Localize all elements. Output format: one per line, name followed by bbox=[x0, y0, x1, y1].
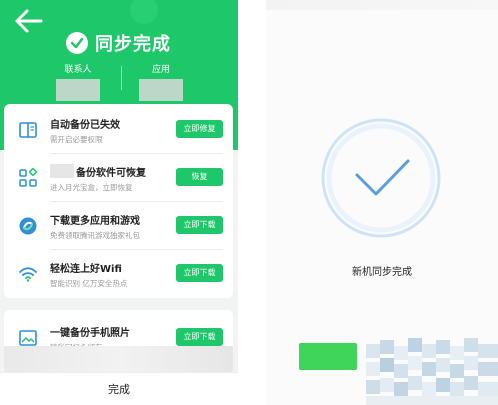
row-title: 下载更多应用和游戏 bbox=[50, 216, 140, 227]
check-badge-icon bbox=[66, 32, 88, 54]
stat-apps: 应用 bbox=[131, 62, 191, 101]
action-card: 自动备份已失效 需开启必要权限 立即修复 备份软件可恢复 进入月光宝盒，立即恢复… bbox=[4, 104, 233, 298]
list-item[interactable]: 轻松连上好Wifi 智能识别 亿万安全热点 立即下载 bbox=[4, 250, 233, 298]
decorative-blob bbox=[130, 0, 158, 24]
right-screen: 新机同步完成 bbox=[266, 0, 498, 405]
apps-grid-icon bbox=[16, 166, 40, 190]
row-title: 一键备份手机照片 bbox=[50, 328, 130, 339]
row-title: 自动备份已失效 bbox=[50, 120, 120, 131]
stat-label: 联系人 bbox=[64, 65, 92, 75]
book-icon bbox=[16, 118, 40, 142]
list-item[interactable]: 备份软件可恢复 进入月光宝盒，立即恢复 恢复 bbox=[4, 154, 233, 202]
stat-divider bbox=[121, 66, 122, 90]
fix-now-button[interactable]: 立即修复 bbox=[176, 120, 223, 138]
download-button[interactable]: 立即下载 bbox=[176, 264, 223, 282]
blurred-count bbox=[56, 79, 100, 101]
photo-backup-card[interactable]: 一键备份手机照片 精彩回忆永留存 立即下载 bbox=[4, 310, 233, 374]
blurred-status-bar bbox=[266, 0, 498, 10]
blurred-app-name bbox=[50, 164, 74, 178]
blurred-count bbox=[139, 79, 183, 101]
row-title: 轻松连上好Wifi bbox=[50, 264, 122, 275]
download-button[interactable]: 立即下载 bbox=[176, 328, 223, 346]
row-subtitle: 免费领取腾讯游戏独家礼包 bbox=[50, 231, 140, 240]
row-subtitle: 智能识别 亿万安全热点 bbox=[50, 279, 128, 288]
blurred-overlay bbox=[4, 346, 233, 374]
left-screen: 同步完成 联系人 应用 自动备份已失效 需开启必要权限 立即修复 备份软件可恢复… bbox=[0, 0, 238, 405]
stat-contacts: 联系人 bbox=[48, 62, 108, 101]
pixelated-overlay bbox=[366, 338, 498, 405]
stat-label: 应用 bbox=[151, 65, 170, 75]
row-title: 备份软件可恢复 bbox=[76, 168, 146, 179]
sync-complete-caption: 新机同步完成 bbox=[352, 267, 412, 278]
title-row: 同步完成 bbox=[66, 30, 171, 56]
back-arrow-icon[interactable] bbox=[14, 8, 44, 34]
list-item[interactable]: 下载更多应用和游戏 免费领取腾讯游戏独家礼包 立即下载 bbox=[4, 202, 233, 250]
blurred-action-button[interactable] bbox=[299, 343, 357, 370]
list-item[interactable]: 自动备份已失效 需开启必要权限 立即修复 bbox=[4, 106, 233, 154]
download-button[interactable]: 立即下载 bbox=[176, 216, 223, 234]
wifi-icon bbox=[16, 262, 40, 286]
app-store-icon bbox=[16, 214, 40, 238]
page-title: 同步完成 bbox=[95, 34, 171, 55]
restore-button[interactable]: 恢复 bbox=[176, 168, 223, 186]
row-subtitle: 需开启必要权限 bbox=[50, 135, 103, 144]
done-button[interactable]: 完成 bbox=[0, 381, 238, 397]
row-subtitle: 进入月光宝盒，立即恢复 bbox=[50, 183, 133, 192]
success-check-icon bbox=[321, 118, 441, 238]
